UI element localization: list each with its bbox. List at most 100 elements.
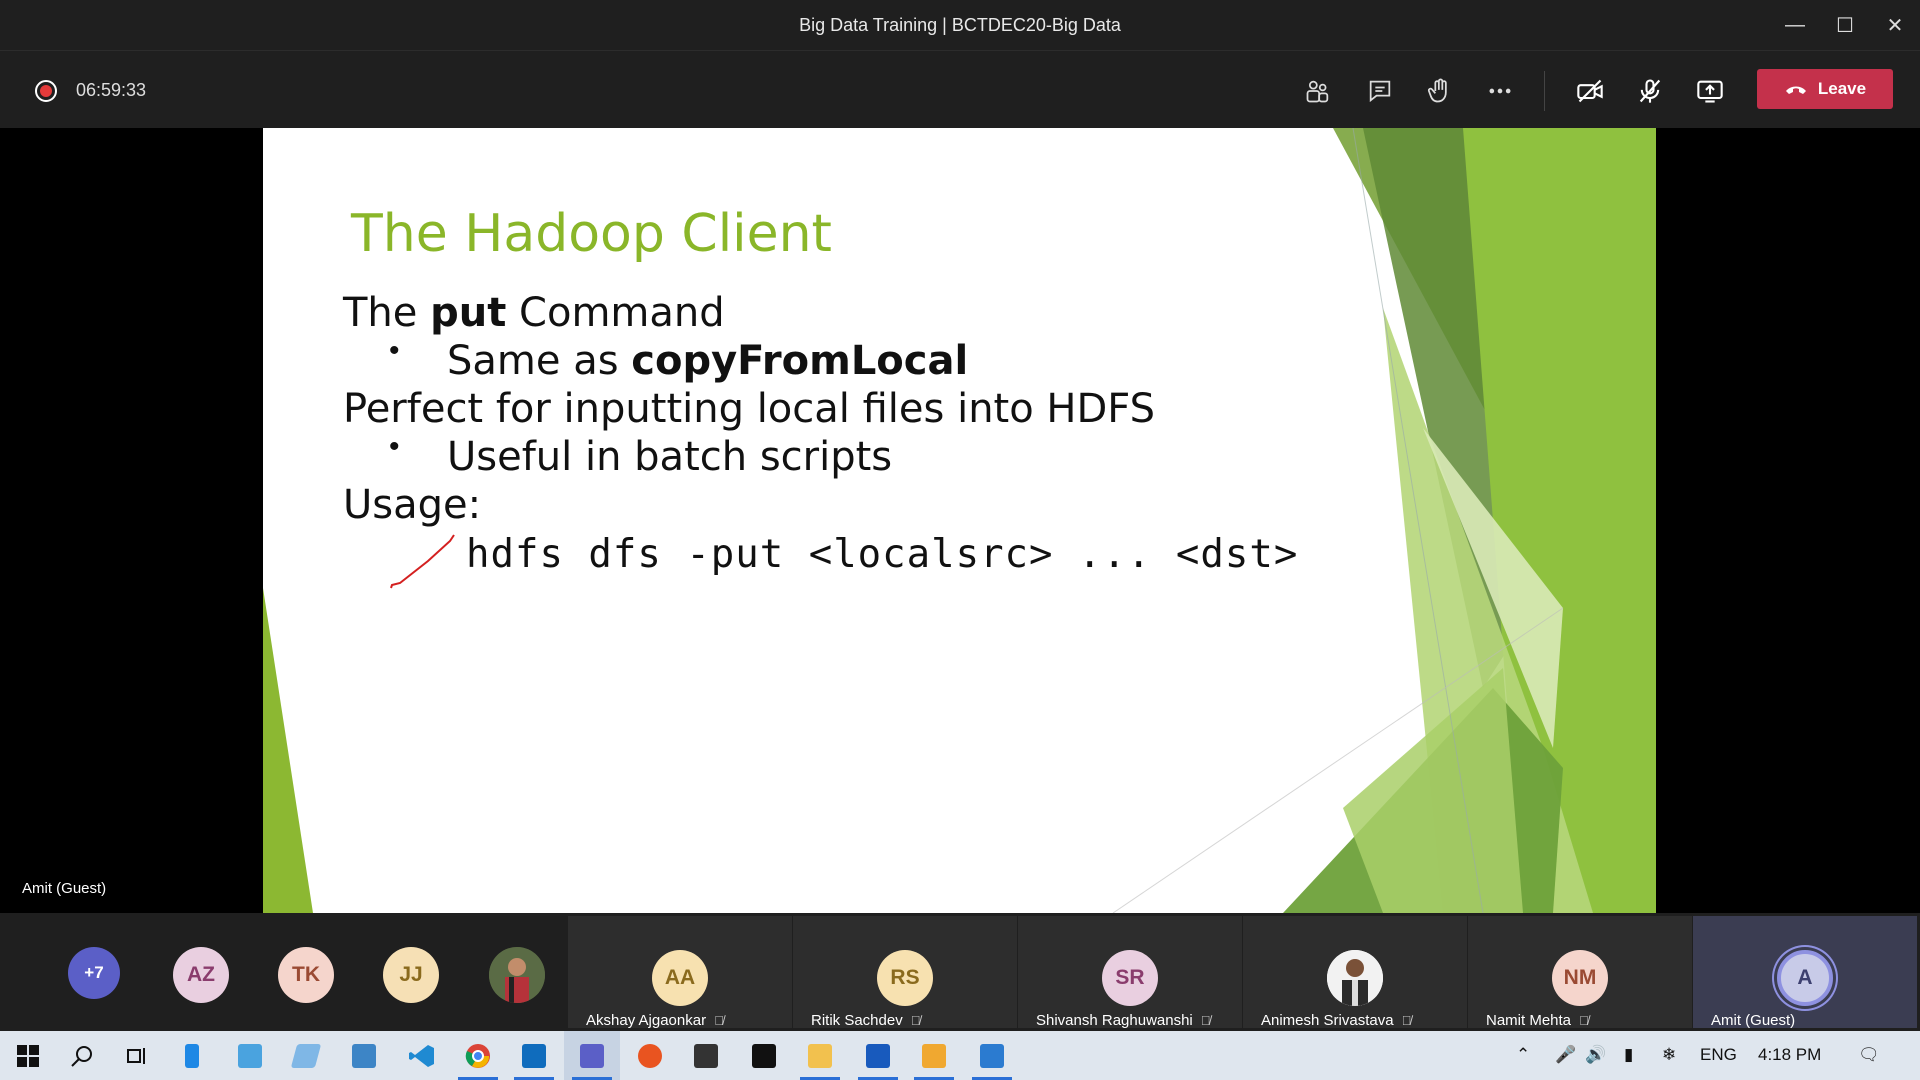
hang-up-icon <box>1785 86 1806 94</box>
camera-off-icon <box>1577 79 1603 103</box>
participants-button[interactable] <box>1300 73 1336 109</box>
taskbar-app-word[interactable] <box>850 1031 906 1080</box>
participant-tile[interactable]: RS Ritik Sachdev 🎙̸ <box>793 916 1017 1029</box>
ellipsis-icon <box>1489 88 1511 94</box>
avatar[interactable]: JJ <box>383 947 439 1003</box>
taskbar-app-chrome[interactable] <box>450 1031 506 1080</box>
text-segment: Command <box>506 290 725 336</box>
mic-off-icon <box>1639 79 1661 103</box>
participant-tile[interactable]: SR Shivansh Raghuwanshi 🎙̸ <box>1018 916 1242 1029</box>
presenter-label: Amit (Guest) <box>22 880 107 897</box>
tray-wifi-icon[interactable]: ❄ <box>1662 1045 1676 1065</box>
app-icon <box>922 1043 946 1068</box>
share-screen-button[interactable] <box>1692 73 1728 109</box>
taskbar-app-outlook[interactable] <box>506 1031 562 1080</box>
search-button[interactable] <box>54 1031 110 1080</box>
participant-name: Ritik Sachdev 🎙̸ <box>811 1012 920 1029</box>
chrome-icon <box>465 1043 490 1068</box>
taskbar-app-cmd[interactable] <box>736 1031 792 1080</box>
person-photo-icon <box>1327 950 1383 1006</box>
people-icon <box>1306 80 1329 103</box>
participant-tile[interactable]: NM Namit Mehta 🎙̸ <box>1468 916 1692 1029</box>
participant-tile[interactable]: AA Akshay Ajgaonkar 🎙̸ <box>568 916 792 1029</box>
folder-icon <box>808 1043 832 1068</box>
bullet-icon: • <box>389 334 400 367</box>
terminal-icon <box>694 1043 718 1068</box>
close-button[interactable]: ✕ <box>1870 0 1920 50</box>
text-bold-segment: copyFromLocal <box>631 338 969 384</box>
avatar: RS <box>877 950 933 1006</box>
tray-volume-icon[interactable]: 🔊 <box>1585 1045 1606 1065</box>
raise-hand-button[interactable] <box>1422 73 1458 109</box>
taskbar-app-ubuntu[interactable] <box>622 1031 678 1080</box>
task-view-button[interactable] <box>108 1031 164 1080</box>
participant-tile[interactable]: Animesh Srivastava 🎙̸ <box>1243 916 1467 1029</box>
person-photo-icon <box>489 947 545 1003</box>
avatar[interactable]: AZ <box>173 947 229 1003</box>
tray-chevron-icon[interactable]: ⌃ <box>1516 1045 1530 1065</box>
chat-button[interactable] <box>1362 73 1398 109</box>
app-icon <box>352 1043 376 1068</box>
taskbar-app-phone[interactable] <box>164 1031 220 1080</box>
outlook-icon <box>522 1043 546 1068</box>
leave-button[interactable]: Leave <box>1757 69 1893 109</box>
vscode-icon <box>409 1044 434 1067</box>
participant-name-text: Namit Mehta <box>1486 1012 1572 1029</box>
slide-usage-command: hdfs dfs -put <localsrc> ... <dst> <box>466 532 1299 577</box>
taskbar-app-calculator[interactable] <box>222 1031 278 1080</box>
phone-app-icon <box>185 1043 199 1068</box>
participant-name-text: Animesh Srivastava <box>1261 1012 1394 1029</box>
participant-name: Shivansh Raghuwanshi 🎙̸ <box>1036 1012 1211 1029</box>
word-icon <box>866 1043 890 1068</box>
language-indicator[interactable]: ENG <box>1700 1045 1737 1065</box>
cmd-icon <box>752 1043 776 1068</box>
participant-name: Namit Mehta 🎙̸ <box>1486 1012 1589 1029</box>
taskbar-app-remote[interactable] <box>336 1031 392 1080</box>
slide-title: The Hadoop Client <box>351 204 832 264</box>
presentation-slide: The Hadoop Client The put Command • Same… <box>263 128 1656 913</box>
participant-strip: +7 AZ TK JJ AA Akshay Ajgaonkar 🎙̸ RS Rit… <box>0 913 1920 1031</box>
camera-toggle-button[interactable] <box>1572 73 1608 109</box>
taskbar-app-terminal[interactable] <box>678 1031 734 1080</box>
taskbar-app-vscode[interactable] <box>394 1031 450 1080</box>
text-bold-segment: put <box>430 290 507 336</box>
slide-line-put-command: The put Command <box>343 290 725 336</box>
app-icon <box>238 1043 262 1068</box>
avatar[interactable]: TK <box>278 947 334 1003</box>
control-divider <box>1544 71 1545 111</box>
share-screen-icon <box>1697 80 1723 103</box>
meeting-controls: 06:59:33 Leave <box>0 50 1920 128</box>
taskbar-app-photos[interactable] <box>964 1031 1020 1080</box>
participant-name-text: Ritik Sachdev <box>811 1012 903 1029</box>
photos-icon <box>980 1043 1004 1068</box>
tray-battery-icon[interactable]: ▮ <box>1624 1045 1633 1065</box>
overflow-participants-button[interactable]: +7 <box>68 947 120 999</box>
mic-off-icon: 🎙̸ <box>910 1013 921 1028</box>
tray-microphone-icon[interactable]: 🎤 <box>1555 1045 1576 1065</box>
windows-logo-icon <box>17 1044 39 1067</box>
taskbar-app-explorer[interactable] <box>792 1031 848 1080</box>
participant-name-text: Shivansh Raghuwanshi <box>1036 1012 1193 1029</box>
maximize-button[interactable]: ☐ <box>1820 0 1870 50</box>
start-button[interactable] <box>0 1031 56 1080</box>
minimize-button[interactable]: — <box>1770 0 1820 50</box>
slide-line-perfect: Perfect for inputting local files into H… <box>343 386 1155 432</box>
hand-icon <box>1428 78 1447 103</box>
taskbar-app-notes[interactable] <box>278 1031 334 1080</box>
participant-name: Animesh Srivastava 🎙̸ <box>1261 1012 1411 1029</box>
text-segment: The <box>343 290 431 336</box>
mic-toggle-button[interactable] <box>1632 73 1668 109</box>
leave-label: Leave <box>1817 79 1867 98</box>
slide-bullet-batch: Useful in batch scripts <box>447 434 893 480</box>
taskbar-app-teams[interactable] <box>564 1031 620 1080</box>
chat-icon <box>1369 80 1391 103</box>
avatar: SR <box>1102 950 1158 1006</box>
participant-tile-self[interactable]: A Amit (Guest) <box>1693 916 1917 1029</box>
title-bar: Big Data Training | BCTDEC20-Big Data — … <box>0 0 1920 50</box>
avatar-photo[interactable] <box>489 947 545 1003</box>
more-options-button[interactable] <box>1482 73 1518 109</box>
notifications-icon[interactable]: 🗨 <box>1858 1045 1880 1065</box>
bullet-icon: • <box>389 430 400 463</box>
taskbar-clock[interactable]: 4:18 PM <box>1758 1045 1821 1065</box>
taskbar-app-tool[interactable] <box>906 1031 962 1080</box>
